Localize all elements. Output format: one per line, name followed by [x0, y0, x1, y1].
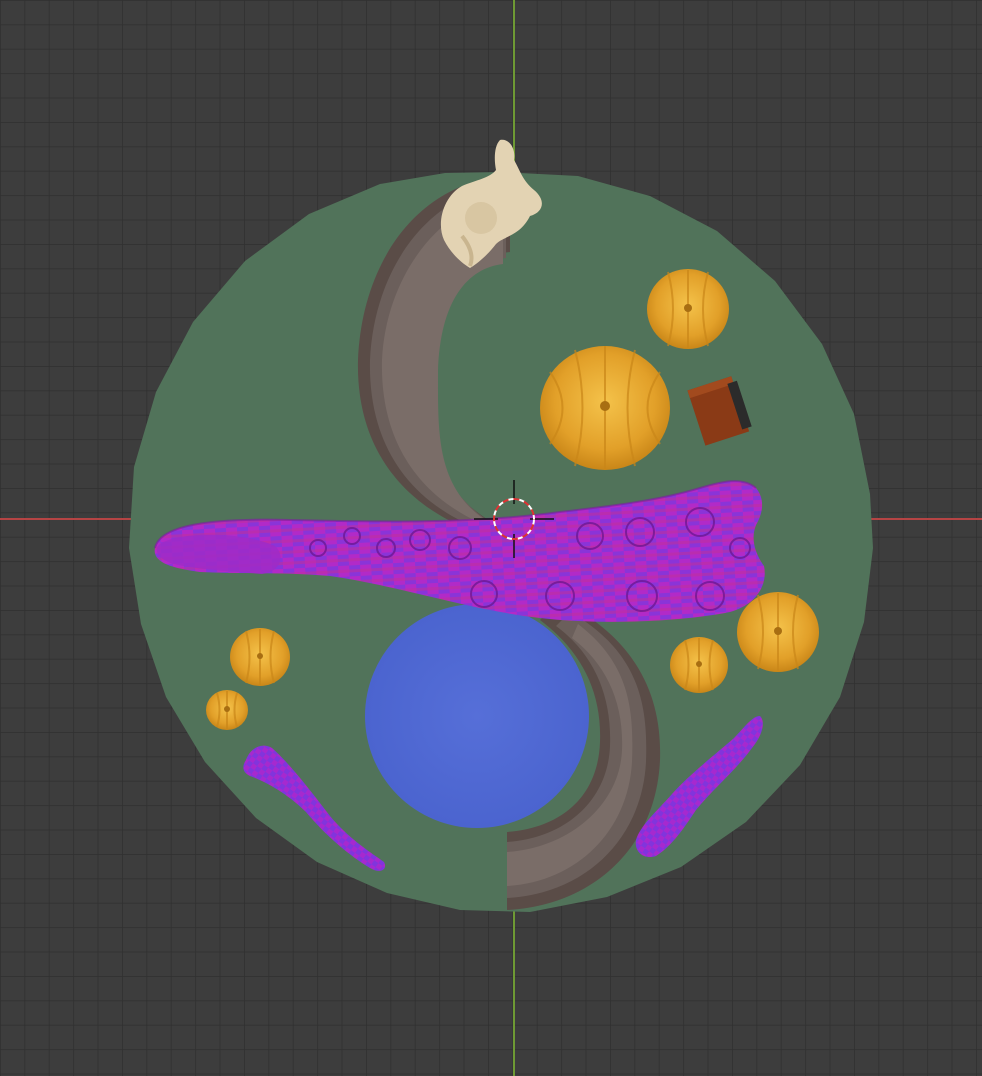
viewport-canvas[interactable] — [0, 0, 982, 1076]
pumpkin-top-right[interactable] — [647, 269, 729, 349]
3d-viewport[interactable] — [0, 0, 982, 1076]
pumpkin-large[interactable] — [540, 346, 670, 470]
pumpkin-left-upper[interactable] — [230, 628, 290, 686]
pumpkin-right-small[interactable] — [670, 637, 728, 693]
pumpkin-left-lower[interactable] — [206, 690, 248, 730]
pond[interactable] — [365, 604, 589, 828]
pumpkin-right-large[interactable] — [737, 592, 819, 672]
